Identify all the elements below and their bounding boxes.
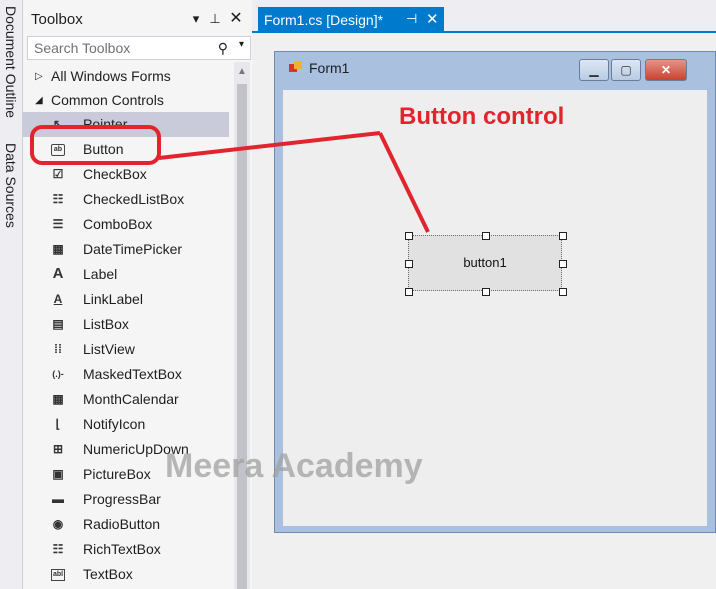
annotation-overlay	[30, 125, 430, 233]
annotation-label: Button control	[399, 103, 565, 130]
highlight-ring	[30, 125, 161, 165]
watermark: Meera Academy	[165, 447, 423, 485]
pointer-line	[158, 131, 381, 160]
pointer-line	[378, 132, 430, 233]
